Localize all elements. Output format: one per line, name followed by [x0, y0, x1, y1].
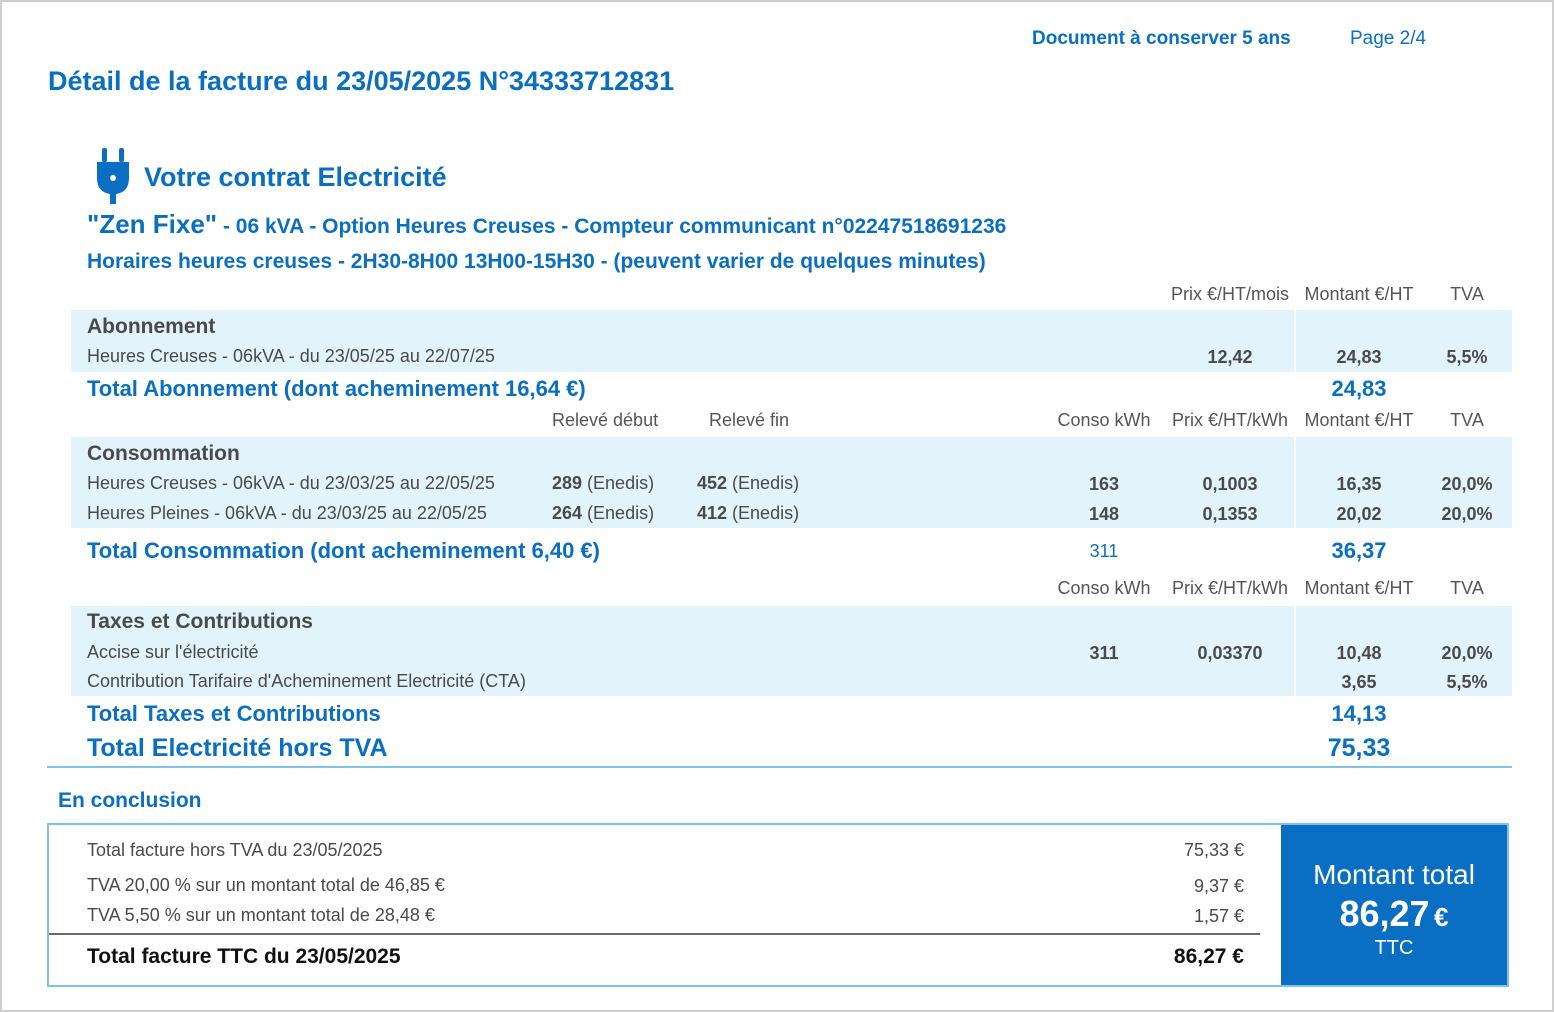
conso-row-amount: 20,02: [1336, 504, 1382, 524]
col-header-conso: Conso kWh: [1057, 578, 1151, 598]
section-taxes: Taxes et Contributions: [87, 610, 313, 633]
start-source: (Enedis): [582, 473, 655, 493]
total-box-currency: €: [1434, 902, 1449, 932]
offer-name: "Zen Fixe": [87, 209, 218, 239]
start-value: 289: [552, 473, 583, 493]
conso-row-tva: 20,0%: [1441, 504, 1493, 524]
col-header-amount: Montant €/HT: [1304, 410, 1414, 430]
ttc-label: Total facture TTC du 23/05/2025: [87, 945, 401, 968]
conso-row-end: 452 (Enedis): [697, 473, 799, 494]
conso-row-kwh: 163: [1088, 474, 1120, 494]
conso-row-label: Heures Creuses - 06kVA - du 23/03/25 au …: [87, 473, 495, 493]
off-peak-hours: Horaires heures creuses - 2H30-8H00 13H0…: [87, 250, 986, 273]
conclusion-line-value: 75,33 €: [1183, 840, 1244, 860]
total-separator: [49, 933, 1260, 935]
conso-row-kwh: 148: [1088, 504, 1120, 524]
start-value: 264: [552, 503, 583, 523]
conso-row-tva: 20,0%: [1441, 474, 1493, 494]
total-consommation-amount: 36,37: [1331, 538, 1387, 563]
contract-heading: Votre contrat Electricité: [144, 162, 447, 192]
conso-row-end: 412 (Enedis): [697, 503, 799, 524]
conclusion-line-label: TVA 5,50 % sur un montant total de 28,48…: [87, 905, 435, 925]
total-taxes-amount: 14,13: [1331, 701, 1387, 726]
start-source: (Enedis): [582, 503, 655, 523]
conso-row-amount: 16,35: [1336, 474, 1382, 494]
total-consommation-label: Total Consommation (dont acheminement 6,…: [87, 538, 600, 563]
total-electricite-label: Total Electricité hors TVA: [87, 734, 388, 762]
col-header-tva: TVA: [1450, 578, 1484, 598]
offer-line: "Zen Fixe" - 06 kVA - Option Heures Creu…: [87, 209, 1006, 240]
col-header-tva: TVA: [1450, 410, 1484, 430]
abonnement-row-tva: 5,5%: [1446, 347, 1488, 367]
column-separator: [1294, 606, 1296, 696]
conclusion-line-label: TVA 20,00 % sur un montant total de 46,8…: [87, 875, 445, 895]
total-box-amount: 86,27: [1339, 893, 1430, 934]
col-header-end-reading: Relevé fin: [709, 410, 790, 430]
section-consommation: Consommation: [87, 442, 240, 465]
conso-row-price: 0,1353: [1202, 504, 1258, 524]
conso-row-label: Heures Pleines - 06kVA - du 23/03/25 au …: [87, 503, 487, 523]
conclusion-line-label: Total facture hors TVA du 23/05/2025: [87, 840, 383, 860]
col-header-amount: Montant €/HT: [1304, 578, 1414, 598]
total-amount-box: Montant total 86,27 € TTC: [1281, 825, 1507, 985]
conso-row-start: 289 (Enedis): [552, 473, 654, 494]
tax-row-tva: 5,5%: [1446, 672, 1488, 692]
page-number: Page 2/4: [1350, 28, 1427, 49]
end-source: (Enedis): [727, 503, 800, 523]
tax-row-label: Contribution Tarifaire d'Acheminement El…: [87, 671, 526, 691]
abonnement-row-amount: 24,83: [1336, 347, 1382, 367]
tax-row-amount: 3,65: [1341, 672, 1377, 692]
total-box-title: Montant total: [1313, 859, 1475, 890]
conclusion-heading: En conclusion: [58, 789, 202, 812]
total-abonnement-label: Total Abonnement (dont acheminement 16,6…: [87, 376, 586, 401]
retention-notice: Document à conserver 5 ans: [1032, 28, 1291, 49]
total-box-amount-line: 86,27 €: [1281, 893, 1507, 935]
end-source: (Enedis): [727, 473, 800, 493]
ttc-value: 86,27 €: [1173, 945, 1244, 968]
conso-row-start: 264 (Enedis): [552, 503, 654, 524]
section-abonnement: Abonnement: [87, 315, 216, 338]
col-header-tva: TVA: [1450, 284, 1484, 304]
conclusion-line-value: 9,37 €: [1193, 876, 1244, 896]
col-header-start-reading: Relevé début: [552, 410, 659, 430]
col-header-conso: Conso kWh: [1057, 410, 1151, 430]
col-header-price-kwh: Prix €/HT/kWh: [1171, 410, 1288, 430]
total-consommation-kwh: 311: [1089, 541, 1119, 561]
divider: [47, 766, 1512, 768]
plug-icon: [96, 148, 130, 204]
abonnement-row-price: 12,42: [1207, 347, 1253, 367]
col-header-amount: Montant €/HT: [1304, 284, 1414, 304]
col-header-price-kwh: Prix €/HT/kWh: [1171, 578, 1288, 598]
abonnement-row-label: Heures Creuses - 06kVA - du 23/05/25 au …: [87, 346, 495, 366]
column-separator: [1294, 437, 1296, 528]
total-electricite-amount: 75,33: [1327, 734, 1391, 762]
end-value: 452: [697, 473, 728, 493]
tax-row-amount: 10,48: [1336, 643, 1382, 663]
conclusion-line-value: 1,57 €: [1193, 906, 1244, 926]
end-value: 412: [697, 503, 728, 523]
tax-row-kwh: 311: [1089, 643, 1119, 663]
offer-details: - 06 kVA - Option Heures Creuses - Compt…: [217, 215, 1007, 238]
total-taxes-label: Total Taxes et Contributions: [87, 701, 381, 726]
tax-row-tva: 20,0%: [1441, 643, 1493, 663]
tax-row-price: 0,03370: [1197, 643, 1263, 663]
total-box-ttc: TTC: [1374, 937, 1414, 959]
page-title: Détail de la facture du 23/05/2025 N°343…: [48, 66, 675, 96]
total-abonnement-amount: 24,83: [1331, 376, 1387, 401]
conso-row-price: 0,1003: [1202, 474, 1258, 494]
col-header-price-month: Prix €/HT/mois: [1170, 284, 1289, 304]
tax-row-label: Accise sur l'électricité: [87, 642, 259, 662]
column-separator: [1294, 310, 1296, 372]
